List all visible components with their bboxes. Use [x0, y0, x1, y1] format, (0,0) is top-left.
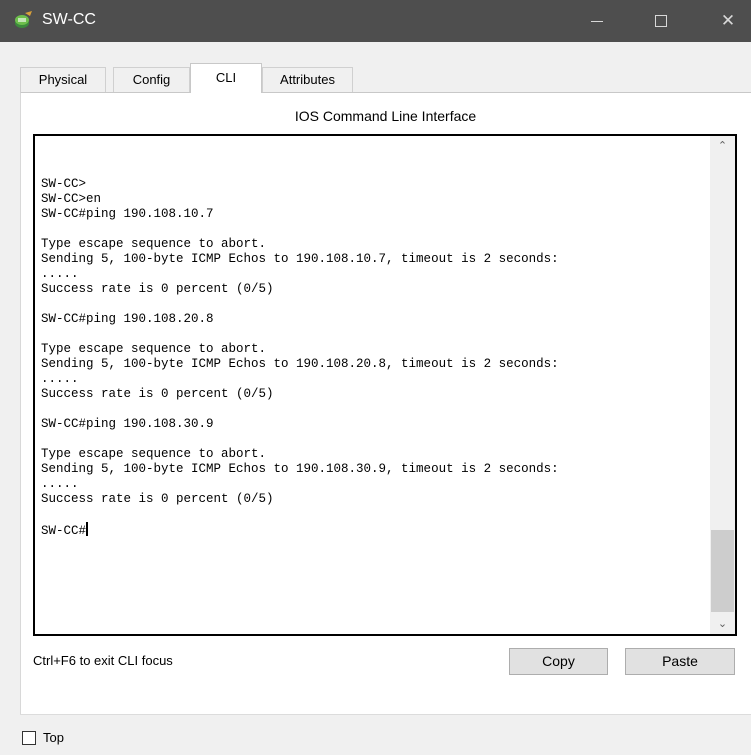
tab-attributes[interactable]: Attributes — [262, 67, 353, 92]
terminal-line: ..... — [41, 267, 79, 281]
terminal-line: SW-CC> — [41, 177, 87, 191]
terminal-line: SW-CC#ping 190.108.10.7 — [41, 207, 214, 221]
footer-divider — [20, 714, 751, 715]
terminal-line: ..... — [41, 372, 79, 386]
tab-config[interactable]: Config — [113, 67, 190, 92]
copy-button[interactable]: Copy — [509, 648, 608, 675]
top-checkbox[interactable] — [22, 731, 36, 745]
scroll-up-icon[interactable]: ⌃ — [710, 136, 735, 156]
window-title: SW-CC — [42, 11, 96, 28]
terminal-line: ..... — [41, 477, 79, 491]
panel-title: IOS Command Line Interface — [294, 108, 477, 124]
title-bar[interactable]: SW-CC ✕ — [0, 0, 751, 42]
minimize-button[interactable] — [574, 0, 620, 42]
text-cursor — [86, 522, 89, 536]
minimize-icon — [591, 21, 603, 22]
maximize-icon — [655, 15, 667, 27]
close-icon: ✕ — [720, 11, 736, 30]
terminal-line: SW-CC>en — [41, 192, 102, 206]
cli-terminal[interactable]: SW-CC> SW-CC>en SW-CC#ping 190.108.10.7 Ty… — [33, 134, 737, 636]
terminal-line: Type escape sequence to abort. — [41, 447, 267, 461]
top-checkbox-label: Top — [43, 730, 64, 745]
terminal-line: Success rate is 0 percent (0/5) — [41, 282, 274, 296]
paste-button[interactable]: Paste — [625, 648, 735, 675]
scroll-down-icon[interactable]: ⌄ — [710, 614, 735, 634]
cli-focus-hint: Ctrl+F6 to exit CLI focus — [33, 653, 173, 668]
terminal-line: Sending 5, 100-byte ICMP Echos to 190.10… — [41, 252, 559, 266]
switch-icon — [15, 11, 32, 28]
tab-physical[interactable]: Physical — [20, 67, 106, 92]
terminal-line: Success rate is 0 percent (0/5) — [41, 387, 274, 401]
scroll-thumb[interactable] — [711, 530, 734, 612]
close-button[interactable]: ✕ — [705, 0, 751, 42]
terminal-line: Type escape sequence to abort. — [41, 237, 267, 251]
terminal-line: SW-CC#ping 190.108.20.8 — [41, 312, 214, 326]
terminal-output[interactable]: SW-CC> SW-CC>en SW-CC#ping 190.108.10.7 Ty… — [41, 177, 711, 635]
terminal-line: Sending 5, 100-byte ICMP Echos to 190.10… — [41, 357, 559, 371]
terminal-line: Type escape sequence to abort. — [41, 342, 267, 356]
terminal-line: SW-CC#ping 190.108.30.9 — [41, 417, 214, 431]
terminal-line: SW-CC# — [41, 522, 89, 538]
terminal-scrollbar[interactable]: ⌃ ⌄ — [710, 136, 735, 634]
terminal-line: Success rate is 0 percent (0/5) — [41, 492, 274, 506]
tab-cli[interactable]: CLI — [190, 63, 262, 93]
terminal-line: Sending 5, 100-byte ICMP Echos to 190.10… — [41, 462, 559, 476]
maximize-button[interactable] — [638, 0, 684, 42]
